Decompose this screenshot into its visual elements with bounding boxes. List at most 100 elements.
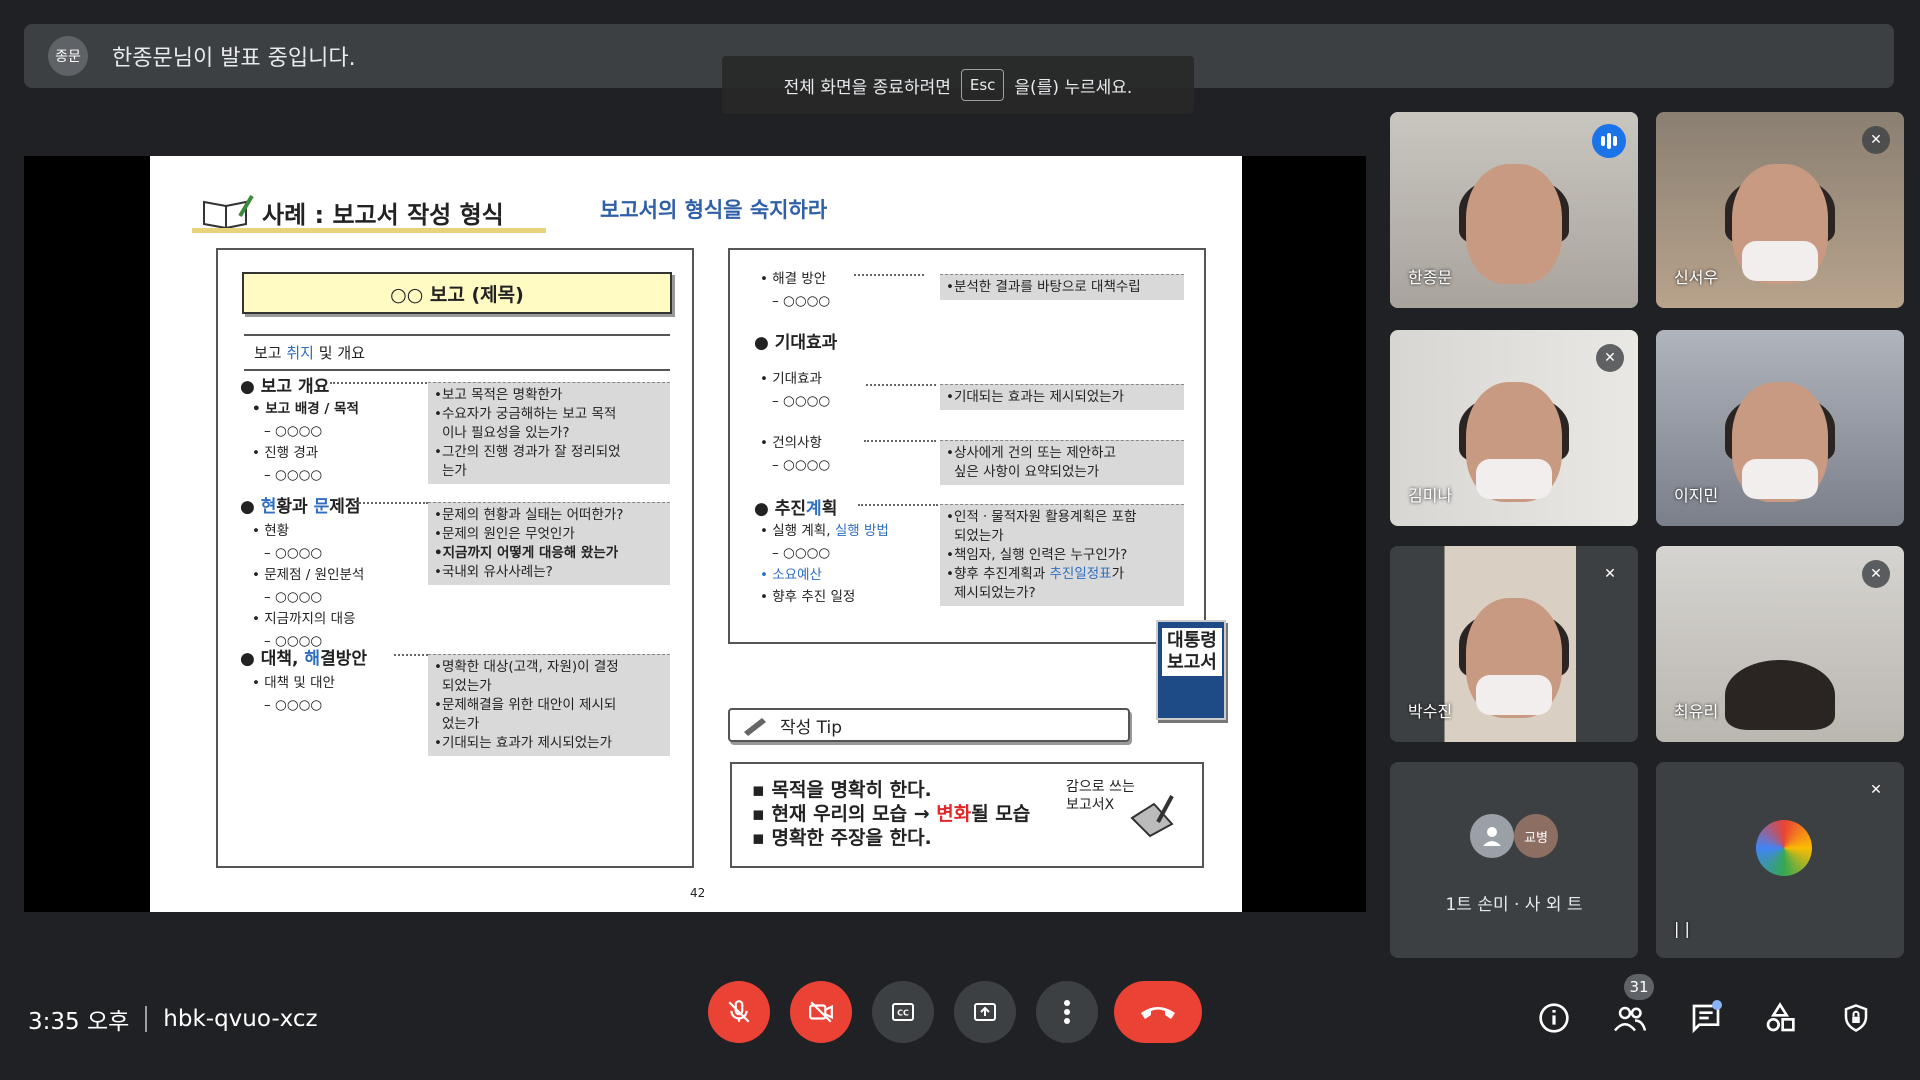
tip-side-line: 감으로 쓰는	[1066, 779, 1135, 795]
list-item: • 보고 배경 / 목적	[252, 401, 359, 417]
participant-tile-2[interactable]: ✕ 신서우	[1656, 112, 1904, 308]
note-line: •문제의 현황과 실태는 어떠한가?	[434, 507, 624, 523]
list-item: • 소요예산	[760, 567, 822, 583]
activities-shapes-icon	[1766, 1002, 1795, 1032]
note-line: •그간의 진행 경과가 잘 정리되었	[434, 444, 621, 460]
fullscreen-exit-hint: 전체 화면을 종료하려면 Esc 을(를) 누르세요.	[722, 56, 1194, 114]
note-line: •수요자가 궁금해하는 보고 목적	[434, 406, 617, 422]
people-icon	[1614, 1006, 1647, 1032]
dotted-leader	[356, 502, 428, 504]
participant-mask	[1742, 459, 1818, 500]
presenter-avatar: 종문	[48, 36, 88, 76]
host-controls-button[interactable]	[1836, 998, 1876, 1038]
section-status-notes: •문제의 현황과 실태는 어떠한가? •문제의 원인은 무엇인가 •지금까지 어…	[428, 502, 670, 585]
participant-count-badge: 31	[1624, 974, 1654, 1000]
notepad-pencil-icon	[1128, 794, 1176, 842]
participant-tile-3[interactable]: ✕ 김미나	[1390, 330, 1638, 526]
report-format-right-panel: • 해결 방안 – ○○○○ •분석한 결과를 바탕으로 대책수립 ● 기대효과…	[728, 248, 1206, 644]
list-item: – ○○○○	[264, 423, 323, 439]
tip-side-note: 감으로 쓰는 보고서X	[1066, 778, 1135, 814]
list-item: – ○○○○	[264, 589, 323, 605]
dotted-leader	[858, 504, 938, 506]
dotted-leader	[854, 274, 924, 276]
title-underline	[192, 228, 546, 233]
heading-part: 현	[260, 497, 277, 517]
heading-part: 계	[806, 499, 822, 519]
info-icon	[1539, 1003, 1569, 1033]
shared-screen: 사례 : 보고서 작성 형식 보고서의 형식을 숙지하라 ○○ 보고 (제목) …	[24, 156, 1366, 912]
section-status-items: • 현황 – ○○○○ • 문제점 / 원인분석 – ○○○○ • 지금까지의 …	[252, 520, 364, 652]
participant-name: 한종문	[1408, 268, 1453, 287]
list-item: – ○○○○	[264, 545, 323, 561]
expected-effect-items: • 기대효과 – ○○○○	[760, 368, 830, 412]
mic-off-icon: ✕	[1862, 560, 1890, 588]
activities-button[interactable]	[1760, 998, 1800, 1038]
section-solution-items: • 대책 및 대안 – ○○○○	[252, 672, 335, 716]
note-line: 싶은 사항이 요약되었는가	[954, 464, 1100, 480]
participant-tile-7[interactable]: ✕ | |	[1656, 762, 1904, 958]
avatar	[1756, 820, 1812, 876]
heading-part: ● 대책,	[240, 649, 305, 669]
participant-mask	[1742, 241, 1818, 282]
list-item: • 실행 계획,	[760, 523, 835, 539]
purpose-text-c: 및 개요	[313, 344, 365, 362]
note-line: •지금까지 어떻게 대응해 왔는가	[434, 545, 619, 561]
hint-text-before: 전체 화면을 종료하려면	[783, 77, 951, 98]
participant-name: 신서우	[1674, 268, 1719, 287]
mic-off-icon: ✕	[1596, 560, 1624, 588]
participant-name: 김미나	[1408, 486, 1453, 505]
presenter-status-text: 한종문님이 발표 중입니다.	[112, 46, 356, 71]
heading-part: 획	[821, 499, 838, 519]
note-line: 이나 필요성을 있는가?	[442, 425, 570, 441]
participant-tile-1[interactable]: 한종문	[1390, 112, 1638, 308]
others-tile[interactable]: 교병 1트 손미 · 사 외 트	[1390, 762, 1638, 958]
mic-off-icon: ✕	[1596, 344, 1624, 372]
presentation-slide: 사례 : 보고서 작성 형식 보고서의 형식을 숙지하라 ○○ 보고 (제목) …	[150, 156, 1242, 912]
others-count-text: 1트 손미 · 사 외 트	[1445, 895, 1583, 915]
meeting-details-button[interactable]	[1534, 998, 1574, 1038]
list-item: • 문제점 / 원인분석	[252, 567, 365, 583]
section-status-heading: ● 현황과 문제점	[240, 492, 361, 517]
heading-part: 결방안	[320, 649, 367, 669]
tip-line: ▪ 현재 우리의 모습 →	[752, 803, 937, 825]
tip-side-line: 보고서X	[1066, 797, 1115, 813]
heading-part: 문	[313, 497, 330, 517]
book-cover-line: 보고서	[1167, 652, 1217, 673]
report-format-left-panel: ○○ 보고 (제목) 보고 취지 및 개요 ● 보고 개요 • 보고 배경 / …	[216, 248, 694, 868]
solution-note: •분석한 결과를 바탕으로 대책수립	[940, 274, 1184, 300]
dotted-leader	[866, 384, 936, 386]
list-item: – ○○○○	[772, 393, 831, 409]
mic-off-icon: ✕	[1862, 126, 1890, 154]
tip-line: ▪ 명확한 주장을 한다.	[752, 827, 932, 849]
note-line: •문제해결을 위한 대안이 제시되	[434, 697, 617, 713]
list-item-highlight: 실행 방법	[834, 523, 889, 539]
participant-tile-6[interactable]: ✕ 최유리	[1656, 546, 1904, 742]
chat-button[interactable]	[1686, 998, 1726, 1038]
book-cover-title: 대통령 보고서	[1162, 628, 1222, 676]
suggestion-note: •상사에게 건의 또는 제안하고 싶은 사항이 요약되었는가	[940, 440, 1184, 485]
section-overview-notes: •보고 목적은 명확한가 •수요자가 궁금해하는 보고 목적 이나 필요성을 있…	[428, 382, 670, 484]
note-line: •책임자, 실행 인력은 누구인가?	[946, 547, 1128, 563]
list-item: – ○○○○	[772, 545, 831, 561]
note-highlight: 추진일정표	[1049, 566, 1112, 582]
participant-mask	[1476, 459, 1552, 500]
list-item: – ○○○○	[772, 293, 831, 309]
note-line: 었는가	[442, 716, 480, 732]
section-overview-items: • 보고 배경 / 목적 – ○○○○ • 진행 경과 – ○○○○	[252, 398, 359, 486]
avatar: 교병	[1514, 814, 1558, 858]
list-item: • 대책 및 대안	[252, 675, 335, 691]
list-item: – ○○○○	[264, 697, 323, 713]
slide-title-text: 사례 : 보고서 작성 형식	[262, 200, 504, 229]
note-line: •상사에게 건의 또는 제안하고	[946, 445, 1116, 461]
tip-line: 될 모습	[971, 803, 1031, 825]
heading-part: ● 추진	[754, 499, 807, 519]
participant-name: 박수진	[1408, 702, 1453, 721]
participant-tile-5[interactable]: ✕ 박수진	[1390, 546, 1638, 742]
participant-face	[1466, 163, 1562, 284]
list-item: – ○○○○	[772, 457, 831, 473]
avatar	[1470, 814, 1514, 858]
participant-tile-4[interactable]: 이지민	[1656, 330, 1904, 526]
note-line: •향후 추진계획과	[946, 566, 1050, 582]
note-line: •보고 목적은 명확한가	[434, 387, 563, 403]
people-button[interactable]: 31	[1610, 974, 1654, 1038]
